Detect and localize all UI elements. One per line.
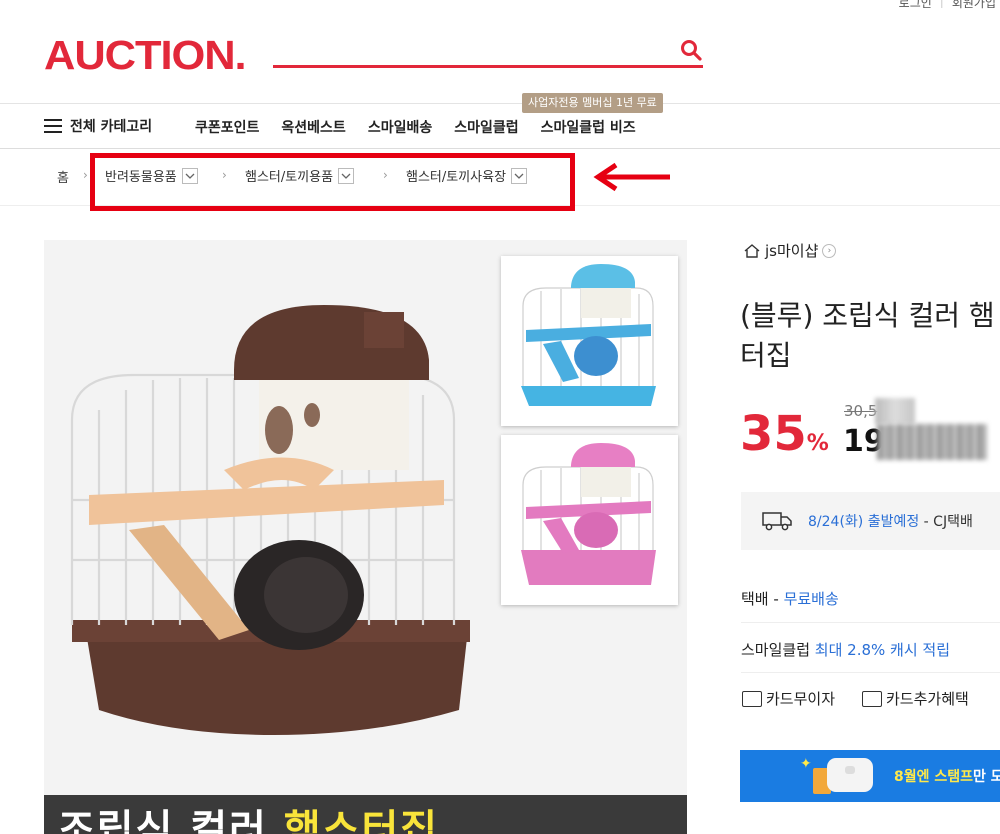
card-plus-icon — [862, 690, 882, 707]
card-extra-label: 카드추가혜택 — [886, 690, 969, 708]
main-product-image[interactable] — [44, 240, 687, 795]
truck-icon — [762, 512, 792, 531]
shipping-date: 8/24(화) 출발예정 — [808, 514, 920, 530]
shipping-estimate-text: 8/24(화) 출발예정 - CJ택배 — [808, 511, 973, 531]
nav-smile-delivery[interactable]: 스마일배송 — [368, 117, 432, 137]
card-icon — [742, 690, 762, 707]
home-icon — [744, 243, 760, 258]
search-icon[interactable] — [679, 38, 703, 62]
biz-membership-badge[interactable]: 사업자전용 멤버십 1년 무료 — [522, 93, 663, 113]
product-title: (블루) 조립식 컬러 햄 터집 — [740, 296, 1000, 376]
smileclub-cash-row: 스마일클럽 최대 2.8% 캐시 적립 — [741, 639, 950, 660]
smileclub-label: 스마일클럽 — [741, 641, 815, 659]
annotation-arrow-icon — [593, 162, 670, 192]
product-title-line-2: 터집 — [740, 339, 792, 372]
stamp-event-banner[interactable]: ✦ 8월엔 스탬프만 모 — [740, 750, 1000, 802]
nav-menu: 쿠폰포인트 옥션베스트 스마일배송 스마일클럽 스마일클럽 비즈 — [195, 117, 636, 137]
price-redaction-blur — [875, 398, 915, 424]
discount-unit: % — [806, 431, 829, 456]
annotation-highlight-box — [90, 153, 575, 211]
product-title-banner: 조립식 컬러 햄스터집 — [44, 795, 687, 834]
login-link[interactable]: 로그인 — [899, 0, 932, 11]
search-bar — [273, 36, 703, 68]
svg-text:✦: ✦ — [800, 756, 812, 772]
free-shipping-value: 무료배송 — [783, 590, 839, 608]
nav-coupon-point[interactable]: 쿠폰포인트 — [195, 117, 259, 137]
thumbnail-pink[interactable] — [501, 435, 678, 605]
menu-icon — [44, 119, 62, 133]
banner-text-white: 조립식 컬러 — [58, 807, 268, 834]
discount-rate: 35% — [740, 404, 829, 474]
category-nav: 전체 카테고리 쿠폰포인트 옥션베스트 스마일배송 스마일클럽 스마일클럽 비즈 — [0, 103, 1000, 149]
airpods-gift-image: ✦ — [800, 756, 873, 794]
card-extra-benefit-button[interactable]: 카드추가혜택 — [862, 688, 969, 709]
divider — [741, 672, 1000, 673]
util-divider: | — [939, 0, 944, 8]
product-page: 로그인 | 회원가입 AUCTION. 전체 카테고리 쿠폰포인트 옥션베스트 … — [0, 0, 1000, 834]
chevron-right-icon: › — [822, 243, 837, 258]
card-installment-label: 카드무이자 — [766, 690, 836, 708]
discount-value: 35 — [740, 406, 807, 462]
original-price: 30,5 — [844, 402, 878, 420]
signup-link[interactable]: 회원가입 — [952, 0, 996, 11]
all-categories-label: 전체 카테고리 — [70, 119, 153, 135]
product-title-line-1: (블루) 조립식 컬러 햄 — [740, 299, 995, 332]
nav-smile-club-biz[interactable]: 스마일클럽 비즈 — [541, 117, 636, 137]
seller-shop-link[interactable]: js마이샵 › — [743, 240, 837, 261]
breadcrumb-home[interactable]: 홈 — [57, 167, 69, 186]
pink-cage-thumbnail — [521, 443, 656, 585]
seller-name: js마이샵 — [765, 242, 819, 260]
shipping-carrier: - CJ택배 — [919, 514, 973, 530]
nav-auction-best[interactable]: 옥션베스트 — [281, 117, 345, 137]
smileclub-cash-value[interactable]: 최대 2.8% 캐시 적립 — [815, 641, 950, 659]
stamp-rest: 만 모 — [973, 769, 1000, 785]
divider — [741, 622, 1000, 623]
price-redaction-blur — [877, 424, 987, 460]
search-input[interactable] — [273, 36, 663, 64]
card-installment-button[interactable]: 카드무이자 — [742, 688, 835, 709]
util-links: 로그인 | 회원가입 — [899, 0, 996, 11]
banner-text: 조립식 컬러 햄스터집 — [58, 797, 439, 834]
thumbnail-blue[interactable] — [501, 256, 678, 426]
auction-logo[interactable]: AUCTION. — [44, 32, 247, 79]
chevron-right-icon: › — [83, 168, 88, 182]
shipping-estimate-box: 8/24(화) 출발예정 - CJ택배 — [741, 492, 1000, 550]
delivery-fee-row: 택배 - 무료배송 — [741, 588, 839, 609]
stamp-banner-text: 8월엔 스탬프만 모 — [894, 766, 1000, 786]
stamp-highlight: 8월엔 스탬프 — [894, 769, 974, 785]
blue-cage-thumbnail — [521, 264, 656, 406]
delivery-label: 택배 - — [741, 590, 784, 608]
all-categories-button[interactable]: 전체 카테고리 — [44, 116, 152, 136]
banner-text-yellow: 햄스터집 — [283, 807, 440, 834]
nav-smile-club[interactable]: 스마일클럽 — [454, 117, 518, 137]
